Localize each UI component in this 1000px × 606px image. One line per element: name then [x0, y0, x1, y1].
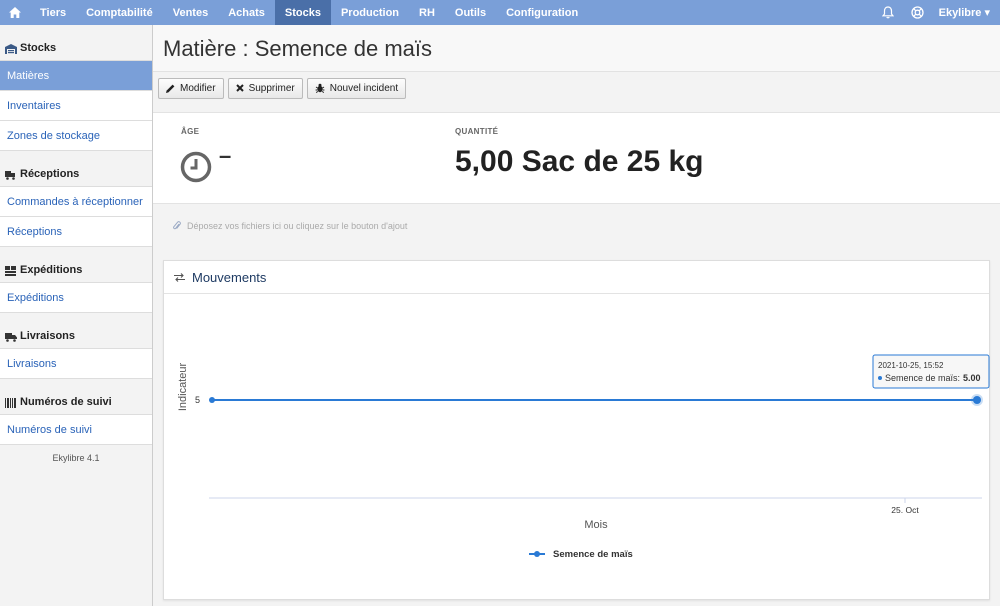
sidebar-item-receptions[interactable]: Réceptions: [0, 217, 152, 247]
sidebar-item-expeditions[interactable]: Expéditions: [0, 283, 152, 313]
sidebar-section-title: Expéditions: [20, 264, 83, 276]
action-toolbar: Modifier Supprimer Nouvel incident: [153, 72, 1000, 104]
new-incident-button-label: Nouvel incident: [329, 82, 399, 94]
sidebar-item-livraisons[interactable]: Livraisons: [0, 349, 152, 379]
home-icon: [9, 7, 21, 18]
sidebar-section-title: Livraisons: [20, 330, 76, 342]
truck-loading-icon: [5, 171, 15, 180]
nav-configuration[interactable]: Configuration: [496, 0, 588, 25]
main-content: Matière : Semence de maïs Modifier Suppr…: [153, 25, 1000, 606]
paperclip-icon: [173, 221, 181, 230]
sidebar: Stocks Matières Inventaires Zones de sto…: [0, 25, 153, 606]
top-navbar: Tiers Comptabilité Ventes Achats Stocks …: [0, 0, 1000, 25]
truck-icon: [5, 333, 17, 342]
close-icon: [235, 84, 244, 92]
sidebar-section-livraisons: Livraisons: [0, 313, 152, 349]
age-value: –: [219, 143, 232, 168]
nav-achats[interactable]: Achats: [218, 0, 275, 25]
sidebar-item-inventaires[interactable]: Inventaires: [0, 91, 152, 121]
pencil-icon: [166, 84, 175, 93]
data-point[interactable]: [973, 396, 981, 404]
nav-tiers[interactable]: Tiers: [30, 0, 76, 25]
help-button[interactable]: [903, 0, 933, 25]
y-tick-label: 5: [195, 395, 200, 405]
sidebar-item-commandes-a-receptionner[interactable]: Commandes à réceptionner: [0, 187, 152, 217]
home-button[interactable]: [0, 0, 30, 25]
quantity-label: QUANTITÉ: [455, 127, 499, 136]
sidebar-item-matieres[interactable]: Matières: [0, 61, 152, 91]
nav-production[interactable]: Production: [331, 0, 409, 25]
movements-panel: Mouvements Indicateur Mois 5 25. Oct Seme…: [163, 260, 990, 600]
delete-button[interactable]: Supprimer: [227, 77, 303, 99]
legend-series-label: Semence de maïs: [553, 549, 633, 560]
app-version: Ekylibre 4.1: [52, 453, 100, 463]
edit-button[interactable]: Modifier: [158, 77, 224, 99]
sidebar-section-title: Stocks: [20, 42, 57, 54]
tooltip-date: 2021-10-25, 15:52: [878, 361, 944, 370]
nav-ventes[interactable]: Ventes: [163, 0, 218, 25]
sidebar-section-title: Numéros de suivi: [20, 396, 112, 408]
exchange-icon: [174, 272, 185, 282]
edit-button-label: Modifier: [180, 82, 216, 94]
notifications-button[interactable]: [873, 0, 903, 25]
clock-icon: [180, 151, 212, 183]
x-axis-title: Mois: [584, 519, 608, 531]
sidebar-section-expeditions: Expéditions: [0, 247, 152, 283]
movements-chart-area: Indicateur Mois 5 25. Oct Semence de maïs…: [164, 295, 991, 599]
nav-stocks[interactable]: Stocks: [274, 0, 331, 25]
product-info-card: ÂGE – QUANTITÉ 5,00 Sac de 25 kg: [153, 112, 1000, 204]
chart-tooltip: 2021-10-25, 15:52 Semence de maïs: 5.00: [872, 354, 990, 389]
quantity-value: 5,00 Sac de 25 kg: [455, 145, 704, 178]
sidebar-section-title: Réceptions: [20, 168, 80, 180]
sidebar-section-numeros-de-suivi: Numéros de suivi: [0, 379, 152, 415]
tooltip-box: [872, 354, 990, 389]
bell-icon: [881, 6, 894, 19]
y-axis-title: Indicateur: [177, 363, 189, 412]
barcode-icon: [5, 398, 16, 408]
sidebar-section-receptions: Réceptions: [0, 151, 152, 187]
delete-button-label: Supprimer: [248, 82, 295, 94]
warehouse-icon: [5, 44, 17, 54]
bug-icon: [315, 83, 325, 93]
sidebar-item-zones-de-stockage[interactable]: Zones de stockage: [0, 121, 152, 151]
boxes-icon: [5, 266, 16, 276]
data-point[interactable]: [209, 397, 215, 403]
user-menu[interactable]: Ekylibre ▾: [933, 6, 1000, 19]
tooltip-series-name: Semence de maïs:: [885, 373, 960, 383]
movements-panel-title: Mouvements: [192, 269, 267, 285]
age-label: ÂGE: [181, 127, 200, 136]
dropzone-text: Déposez vos fichiers ici ou cliquez sur …: [187, 221, 408, 231]
movements-chart[interactable]: Indicateur Mois 5 25. Oct Semence de maïs…: [164, 295, 991, 599]
sidebar-section-stocks: Stocks: [0, 25, 152, 61]
x-tick-label: 25. Oct: [891, 505, 919, 515]
lifebuoy-icon: [911, 6, 924, 19]
movements-panel-header: Mouvements: [164, 261, 989, 294]
page-title: Matière : Semence de maïs: [153, 25, 1000, 72]
tooltip-series-value: 5.00: [963, 373, 981, 383]
file-dropzone[interactable]: Déposez vos fichiers ici ou cliquez sur …: [153, 205, 1000, 247]
nav-comptabilite[interactable]: Comptabilité: [76, 0, 163, 25]
nav-outils[interactable]: Outils: [445, 0, 496, 25]
sidebar-item-numeros-de-suivi[interactable]: Numéros de suivi: [0, 415, 152, 445]
chart-legend[interactable]: Semence de maïs: [529, 549, 633, 560]
legend-series-marker: [534, 551, 540, 557]
tooltip-series-text: Semence de maïs: 5.00: [885, 373, 981, 383]
new-incident-button[interactable]: Nouvel incident: [306, 77, 407, 99]
tooltip-series-dot: [878, 376, 882, 380]
nav-rh[interactable]: RH: [409, 0, 445, 25]
